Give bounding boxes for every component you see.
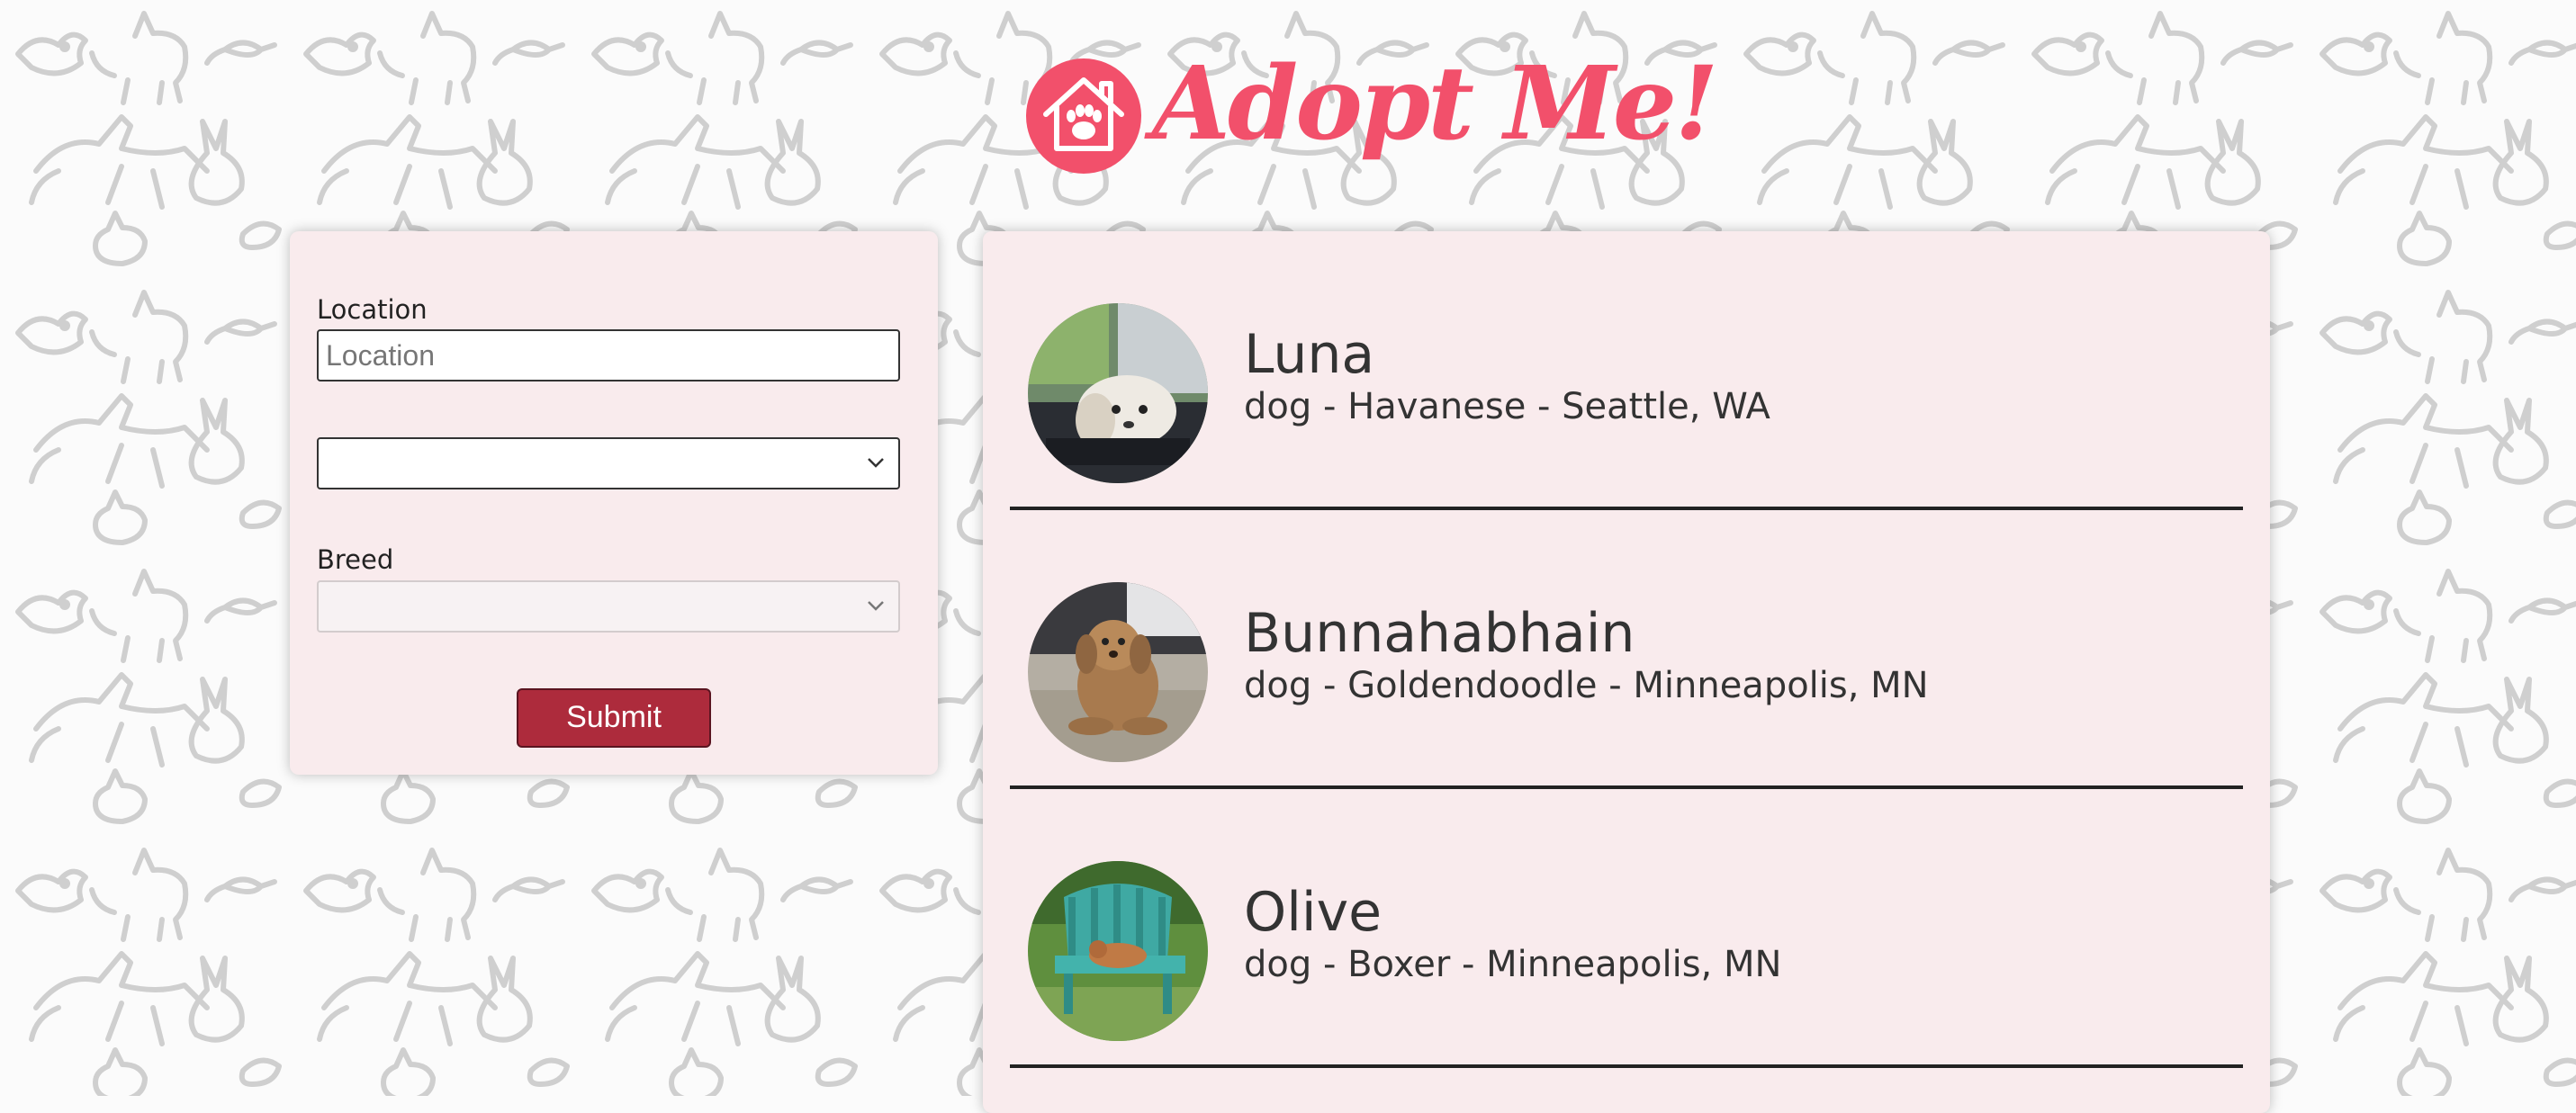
house-paw-icon xyxy=(1026,58,1141,174)
pet-card-olive[interactable]: Olive dog - Boxer - Minneapolis, MN xyxy=(1010,789,2243,1068)
pet-details: dog - Havanese - Seattle, WA xyxy=(1244,386,1770,427)
location-input[interactable] xyxy=(317,329,900,381)
pet-results-list: Luna dog - Havanese - Seattle, WA Bunnah… xyxy=(983,231,2270,1113)
logo-text: Adopt Me! xyxy=(1152,45,1718,163)
pet-name: Bunnahabhain xyxy=(1244,602,1635,665)
breed-label: Breed xyxy=(317,544,394,575)
pet-photo-olive xyxy=(1028,861,1208,1041)
chevron-down-icon xyxy=(866,598,886,615)
pet-name: Olive xyxy=(1244,881,1382,944)
pet-photo-luna xyxy=(1028,303,1208,483)
pet-details: dog - Goldendoodle - Minneapolis, MN xyxy=(1244,665,1929,706)
breed-select[interactable] xyxy=(317,580,900,633)
animal-select[interactable] xyxy=(317,437,900,489)
chevron-down-icon xyxy=(866,455,886,472)
site-logo[interactable]: Adopt Me! xyxy=(1026,45,1718,207)
pet-details: dog - Boxer - Minneapolis, MN xyxy=(1244,944,1782,985)
pet-photo-bunnahabhain xyxy=(1028,582,1208,762)
pet-card-bunnahabhain[interactable]: Bunnahabhain dog - Goldendoodle - Minnea… xyxy=(1010,510,2243,789)
location-label: Location xyxy=(317,294,428,325)
pet-card-luna[interactable]: Luna dog - Havanese - Seattle, WA xyxy=(1010,231,2243,510)
pet-name: Luna xyxy=(1244,323,1375,386)
search-form: Location Breed Submit xyxy=(290,231,938,775)
submit-button[interactable]: Submit xyxy=(517,688,711,748)
